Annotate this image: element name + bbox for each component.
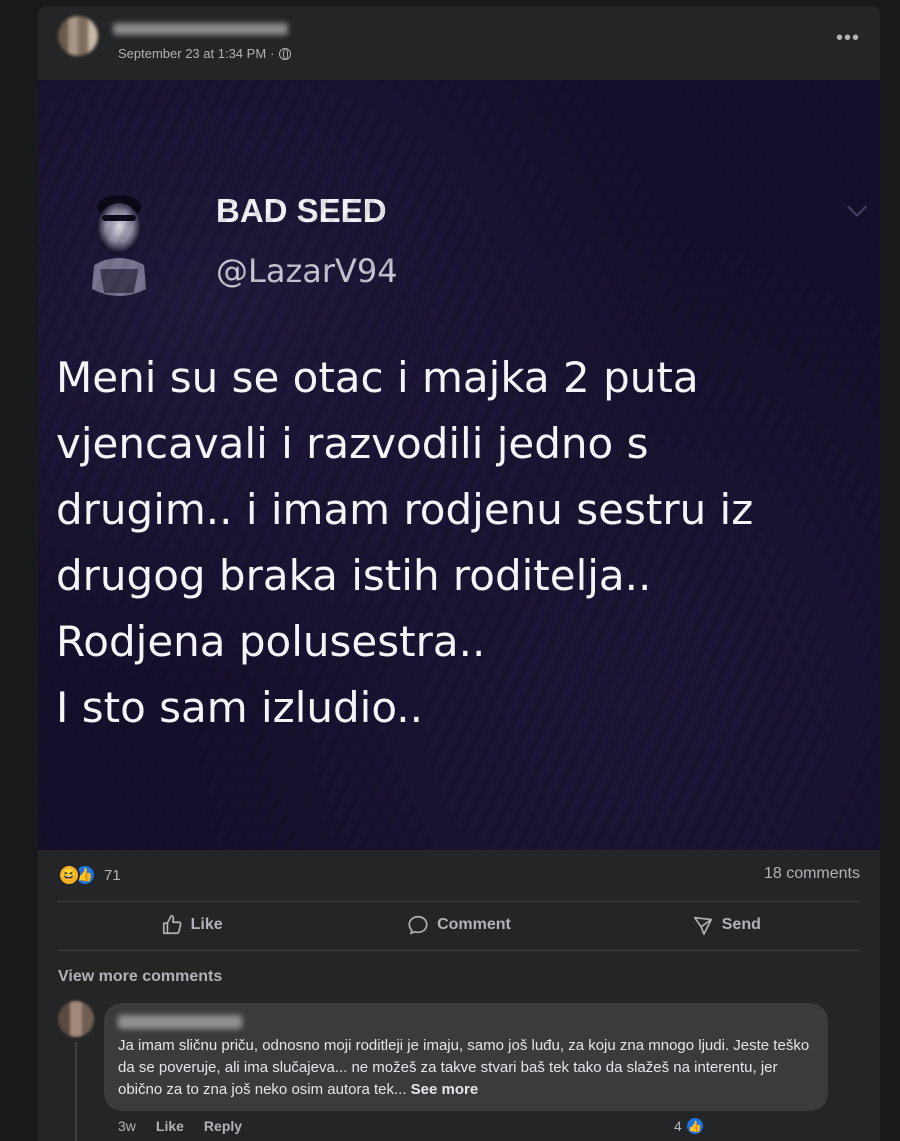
commenter-name-redacted[interactable] bbox=[118, 1015, 242, 1029]
post-timestamp[interactable]: September 23 at 1:34 PM bbox=[118, 46, 266, 61]
meta-separator: · bbox=[270, 46, 275, 61]
author-name-redacted[interactable] bbox=[113, 23, 288, 35]
tweet-line: vjencavali i razvodili jedno s bbox=[56, 419, 649, 468]
commenter-avatar[interactable] bbox=[58, 1001, 94, 1037]
tweet-line: Rodjena polusestra.. bbox=[56, 617, 486, 666]
comment-meta: 3w Like Reply bbox=[118, 1118, 242, 1134]
comment-reply-button[interactable]: Reply bbox=[204, 1118, 242, 1134]
reaction-count: 71 bbox=[104, 866, 121, 884]
view-more-comments-link[interactable]: View more comments bbox=[58, 968, 222, 986]
like-label: Like bbox=[190, 916, 223, 933]
thumbs-up-icon bbox=[162, 915, 182, 935]
tweet-line: I sto sam izludio.. bbox=[56, 683, 424, 732]
tweet-line: drugim.. i imam rodjenu sestru iz bbox=[56, 485, 754, 534]
comment-label: Comment bbox=[437, 916, 511, 933]
globe-icon bbox=[278, 47, 291, 60]
comment-count-link[interactable]: 18 comments bbox=[764, 865, 860, 883]
comment-bubble: Ja imam sličnu priču, odnosno moji rodit… bbox=[104, 1003, 828, 1111]
post-image[interactable]: BAD SEED @LazarV94 Meni su se otac i maj… bbox=[38, 80, 880, 850]
post-actions: Like Comment Send bbox=[58, 902, 860, 948]
divider bbox=[58, 950, 860, 951]
tweet-text: Meni su se otac i majka 2 puta vjencaval… bbox=[56, 345, 868, 741]
more-options-button[interactable]: ••• bbox=[836, 28, 860, 48]
comment-reactions[interactable]: 4 👍 bbox=[674, 1116, 705, 1136]
comment-text: Ja imam sličnu priču, odnosno moji rodit… bbox=[118, 1035, 818, 1101]
comment-bubble-icon bbox=[408, 915, 428, 935]
author-avatar[interactable] bbox=[58, 16, 98, 56]
send-icon bbox=[693, 916, 712, 935]
send-button[interactable]: Send bbox=[593, 902, 860, 948]
tweet-avatar bbox=[92, 195, 146, 296]
comment-button[interactable]: Comment bbox=[325, 902, 592, 948]
send-label: Send bbox=[721, 916, 761, 933]
tweet-display-name: BAD SEED bbox=[216, 192, 387, 229]
post-header: September 23 at 1:34 PM · ••• bbox=[38, 6, 880, 80]
tweet-line: Meni su se otac i majka 2 puta bbox=[56, 353, 699, 402]
haha-reaction-icon: 😆 bbox=[58, 864, 80, 886]
like-reaction-icon: 👍 bbox=[684, 1116, 705, 1136]
comment-reaction-count: 4 bbox=[674, 1118, 682, 1134]
tweet-line: drugog braka istih roditelja.. bbox=[56, 551, 652, 600]
post-card: September 23 at 1:34 PM · ••• BAD SEED @… bbox=[38, 6, 880, 1141]
like-button[interactable]: Like bbox=[58, 902, 325, 948]
thread-line bbox=[75, 1042, 77, 1141]
post-meta: September 23 at 1:34 PM · bbox=[118, 46, 291, 61]
reactions-summary[interactable]: 😆 👍 71 bbox=[58, 864, 121, 886]
tweet-handle: @LazarV94 bbox=[216, 252, 398, 290]
post-stats: 😆 👍 71 18 comments bbox=[58, 864, 860, 886]
comment-age[interactable]: 3w bbox=[118, 1118, 136, 1134]
chevron-down-icon bbox=[847, 197, 867, 217]
comment-like-button[interactable]: Like bbox=[156, 1118, 184, 1134]
see-more-link[interactable]: See more bbox=[411, 1081, 479, 1098]
